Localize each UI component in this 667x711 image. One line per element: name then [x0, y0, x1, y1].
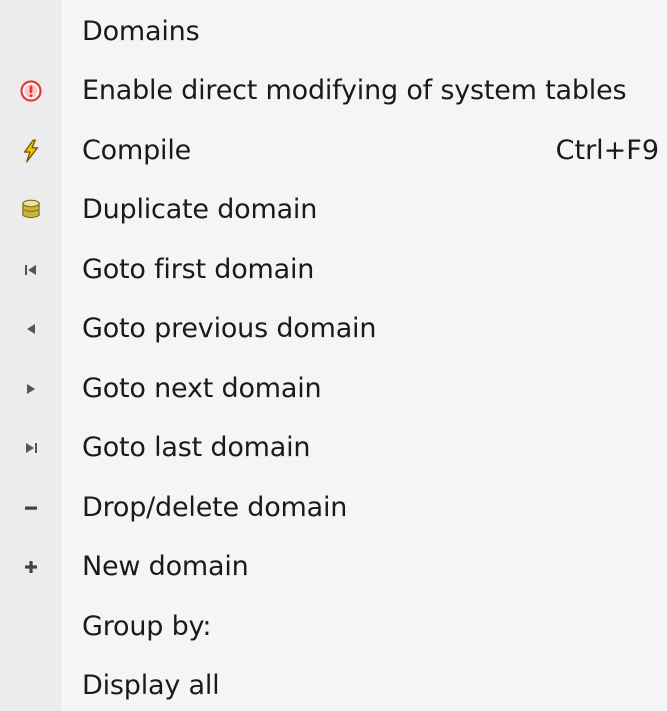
menu-item-goto-first-domain[interactable]: Goto first domain	[0, 240, 667, 300]
menu-item-goto-next-domain[interactable]: Goto next domain	[0, 359, 667, 419]
menu-item-drop-delete-domain[interactable]: Drop/delete domain	[0, 478, 667, 538]
warning-icon	[14, 74, 48, 108]
menu-items: Domains Enable direct modifying of syste…	[0, 2, 667, 711]
menu-item-label: Domains	[82, 15, 200, 47]
previous-icon	[14, 312, 48, 346]
menu-item-label: Drop/delete domain	[82, 491, 348, 523]
menu-item-label: Duplicate domain	[82, 194, 318, 226]
lightning-icon	[14, 134, 48, 168]
menu-item-label: Goto next domain	[82, 372, 322, 404]
minus-icon	[14, 491, 48, 525]
plus-icon	[14, 550, 48, 584]
menu-item-label: Display all	[82, 670, 220, 702]
database-icon	[14, 193, 48, 227]
menu-item-label: Goto first domain	[82, 253, 315, 285]
menu-item-domains[interactable]: Domains	[0, 2, 667, 62]
context-menu: Domains Enable direct modifying of syste…	[0, 0, 667, 711]
menu-item-shortcut: Ctrl+F9	[555, 134, 659, 166]
menu-item-compile[interactable]: Compile Ctrl+F9	[0, 121, 667, 181]
menu-item-label: Enable direct modifying of system tables	[82, 75, 627, 107]
menu-item-label: Goto last domain	[82, 432, 311, 464]
menu-item-label: Goto previous domain	[82, 313, 377, 345]
menu-item-duplicate-domain[interactable]: Duplicate domain	[0, 181, 667, 241]
menu-item-new-domain[interactable]: New domain	[0, 538, 667, 598]
menu-item-label: Group by:	[82, 610, 212, 642]
last-icon	[14, 431, 48, 465]
menu-item-display-all[interactable]: Display all	[0, 657, 667, 711]
menu-item-enable-direct-modifying[interactable]: Enable direct modifying of system tables	[0, 62, 667, 122]
menu-item-goto-previous-domain[interactable]: Goto previous domain	[0, 300, 667, 360]
first-icon	[14, 253, 48, 287]
menu-item-group-by[interactable]: Group by:	[0, 597, 667, 657]
menu-item-label: Compile	[82, 134, 192, 166]
next-icon	[14, 372, 48, 406]
menu-item-label: New domain	[82, 551, 249, 583]
menu-item-goto-last-domain[interactable]: Goto last domain	[0, 419, 667, 479]
